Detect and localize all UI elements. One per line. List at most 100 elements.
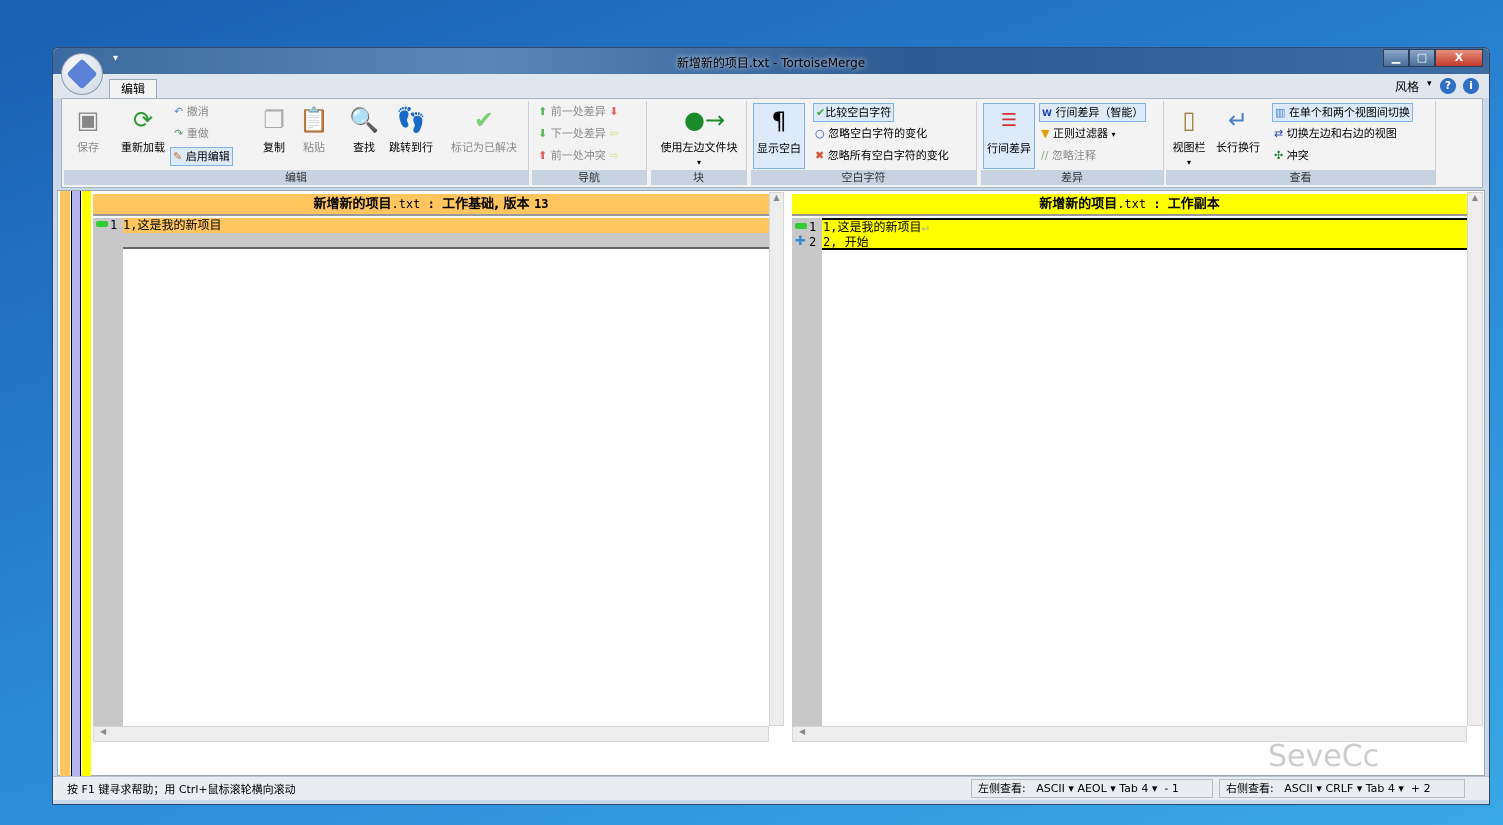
diff-line: 1 1,这是我的新项目 <box>93 218 769 233</box>
group-label: 差异 <box>981 170 1163 185</box>
location-bar-middle[interactable] <box>71 191 81 777</box>
left-pane-header: 新增新的项目.txt : 工作基础, 版本 13 <box>93 194 769 216</box>
unchanged-line-icon <box>96 221 108 227</box>
prev-diff-button[interactable]: ⬆ 前一处差异 ⬇ <box>536 103 620 122</box>
word-diff-icon: W <box>1042 109 1052 119</box>
right-pane[interactable]: 新增新的项目.txt : 工作副本 1 1,这是我的新项目↵ ✚ 2 2, 开始 <box>792 192 1467 726</box>
swap-views-button[interactable]: ⇄ 切换左边和右边的视图 <box>1272 125 1399 144</box>
goto-line-button[interactable]: 👣 跳转到行 <box>384 103 438 155</box>
next-diff-button[interactable]: ⬇ 下一处差异 ⇦ <box>536 125 620 144</box>
left-horizontal-scrollbar[interactable]: ◀ <box>93 726 769 742</box>
toggle-one-two-view-button[interactable]: ▥ 在单个和两个视图间切换 <box>1272 103 1413 122</box>
funnel-icon: ▼ <box>1041 127 1050 140</box>
right-view-status: 右侧查看: ASCII ▾ CRLF ▾ Tab 4 ▾ + 2 <box>1219 779 1465 798</box>
arrow-up-red-icon: ⬆ <box>538 149 548 162</box>
wrap-long-lines-button[interactable]: ↵ 长行换行 <box>1212 103 1264 155</box>
right-vertical-scrollbar[interactable]: ▲ <box>1467 192 1483 726</box>
right-eol-dropdown[interactable]: CRLF ▾ <box>1325 782 1362 795</box>
left-line-count: - 1 <box>1164 782 1179 795</box>
check-icon: ✔ <box>816 106 826 119</box>
use-block-icon: ●→ <box>684 106 726 134</box>
copy-icon: ❐ <box>263 106 285 134</box>
group-navigation: ⬆ 前一处差异 ⬇ ⬇ 下一处差异 ⇦ ⬆ 前一处冲突 ⇨ 导航 <box>532 101 647 185</box>
line-text: 1,这是我的新项目 <box>123 218 769 233</box>
redo-button[interactable]: ↷ 重做 <box>172 125 211 144</box>
pilcrow-icon: ¶ <box>771 107 787 135</box>
line-number-gutter <box>792 218 822 726</box>
left-vertical-scrollbar[interactable]: ▲ <box>769 192 784 726</box>
regex-filter-button[interactable]: ▼ 正则过滤器 ▾ <box>1039 125 1117 144</box>
minimize-button[interactable]: ▁ <box>1383 49 1409 67</box>
conflict-icon: ✣ <box>1274 149 1284 162</box>
diff-line: ✚ 2 2, 开始 <box>792 234 1467 250</box>
close-button[interactable]: X <box>1435 49 1483 67</box>
style-dropdown-arrow[interactable]: ▾ <box>1427 79 1432 89</box>
help-icon[interactable]: ? <box>1440 78 1456 94</box>
paste-button[interactable]: 📋 粘贴 <box>294 103 334 155</box>
right-encoding-dropdown[interactable]: ASCII ▾ <box>1284 782 1322 795</box>
ignore-all-ws-button[interactable]: ✖ 忽略所有空白字符的变化 <box>813 147 951 166</box>
line-number: 2 <box>809 235 817 249</box>
group-label: 块 <box>651 170 746 185</box>
save-button[interactable]: ▣ 保存 <box>68 103 108 155</box>
right-tab-dropdown[interactable]: Tab 4 ▾ <box>1366 782 1404 795</box>
tab-edit[interactable]: 编辑 <box>109 79 157 99</box>
arrow-right-icon: ⇨ <box>609 149 619 162</box>
left-pane[interactable]: 新增新的项目.txt : 工作基础, 版本 13 1 1,这是我的新项目 <box>93 192 769 726</box>
footprints-icon: 👣 <box>396 106 426 134</box>
prev-conflict-button[interactable]: ⬆ 前一处冲突 ⇨ <box>536 147 620 166</box>
location-bar-right[interactable] <box>82 191 91 777</box>
left-eol-dropdown[interactable]: AEOL ▾ <box>1077 782 1115 795</box>
inline-diff-button[interactable]: ☰ 行间差异 <box>983 103 1035 169</box>
group-label: 查看 <box>1166 170 1435 185</box>
quick-access-dropdown[interactable]: ▾ <box>113 53 118 64</box>
empty-placeholder-line <box>123 233 769 249</box>
inline-diff-icon: ☰ <box>1000 110 1018 131</box>
ignore-ws-change-button[interactable]: ○ 忽略空白字符的变化 <box>813 125 929 144</box>
floppy-icon: ▣ <box>76 106 100 134</box>
line-text: 1,这是我的新项目↵ <box>823 220 929 234</box>
dropdown-arrow-icon: ▾ <box>1111 130 1116 139</box>
paste-icon: 📋 <box>299 106 329 134</box>
x-icon: ✖ <box>815 149 825 162</box>
group-label: 编辑 <box>64 170 528 185</box>
undo-button[interactable]: ↶ 撤消 <box>172 103 211 122</box>
inline-smart-button[interactable]: W 行间差异（智能） <box>1039 103 1147 122</box>
use-left-block-button[interactable]: ●→ 使用左边文件块 ▾ <box>653 103 745 168</box>
undo-icon: ↶ <box>174 105 184 118</box>
left-encoding-dropdown[interactable]: ASCII ▾ <box>1036 782 1074 795</box>
info-icon[interactable]: i <box>1463 78 1479 94</box>
left-tab-dropdown[interactable]: Tab 4 ▾ <box>1119 782 1157 795</box>
split-view-icon: ▥ <box>1275 106 1286 119</box>
checkmark-icon: ✔ <box>473 106 495 134</box>
app-menu-button[interactable] <box>61 53 103 95</box>
copy-button[interactable]: ❐ 复制 <box>254 103 294 155</box>
show-whitespace-button[interactable]: ¶ 显示空白 <box>753 103 805 169</box>
style-menu[interactable]: 风格 <box>1395 78 1419 95</box>
title-bar: 新增新的项目.txt - TortoiseMerge ▾ ▁ □ X <box>53 48 1489 74</box>
group-whitespace: ¶ 显示空白 ✔比较空白字符 ○ 忽略空白字符的变化 ✖ 忽略所有空白字符的变化 … <box>751 101 977 185</box>
line-number: 1 <box>110 218 118 232</box>
line-number: 1 <box>809 220 817 234</box>
location-bar-left[interactable] <box>60 191 70 777</box>
swap-icon: ⇄ <box>1274 127 1284 140</box>
mark-resolved-button[interactable]: ✔ 标记为已解决 <box>446 103 522 155</box>
redo-icon: ↷ <box>174 127 184 140</box>
arrow-down-red-icon: ⬇ <box>609 105 619 118</box>
ribbon: ▣ 保存 ⟳ 重新加载 ↶ 撤消 ↷ 重做 ✎ 启用编辑 ❐ 复制 📋 粘贴 🔍 查找 👣… <box>61 98 1483 188</box>
refresh-icon: ⟳ <box>132 106 154 134</box>
conflicts-button[interactable]: ✣ 冲突 <box>1272 147 1311 166</box>
magnifier-icon: 🔍 <box>349 106 379 134</box>
compare-whitespace-button[interactable]: ✔比较空白字符 <box>813 103 895 122</box>
tortoise-logo-icon <box>66 58 98 90</box>
status-help-text: 按 F1 键寻求帮助；用 Ctrl+鼠标滚轮横向滚动 <box>67 783 296 796</box>
arrow-up-icon: ⬆ <box>538 105 548 118</box>
find-button[interactable]: 🔍 查找 <box>344 103 384 155</box>
ignore-comments-button[interactable]: // 忽略注释 <box>1039 147 1098 166</box>
group-edit: ▣ 保存 ⟳ 重新加载 ↶ 撤消 ↷ 重做 ✎ 启用编辑 ❐ 复制 📋 粘贴 🔍 查找 👣… <box>64 101 529 185</box>
maximize-button[interactable]: □ <box>1409 49 1435 67</box>
reload-button[interactable]: ⟳ 重新加载 <box>114 103 172 155</box>
enable-edit-button[interactable]: ✎ 启用编辑 <box>170 147 233 166</box>
watermark: SeveCc <box>1268 739 1380 774</box>
view-bar-button[interactable]: ▯ 视图栏 ▾ <box>1168 103 1210 168</box>
